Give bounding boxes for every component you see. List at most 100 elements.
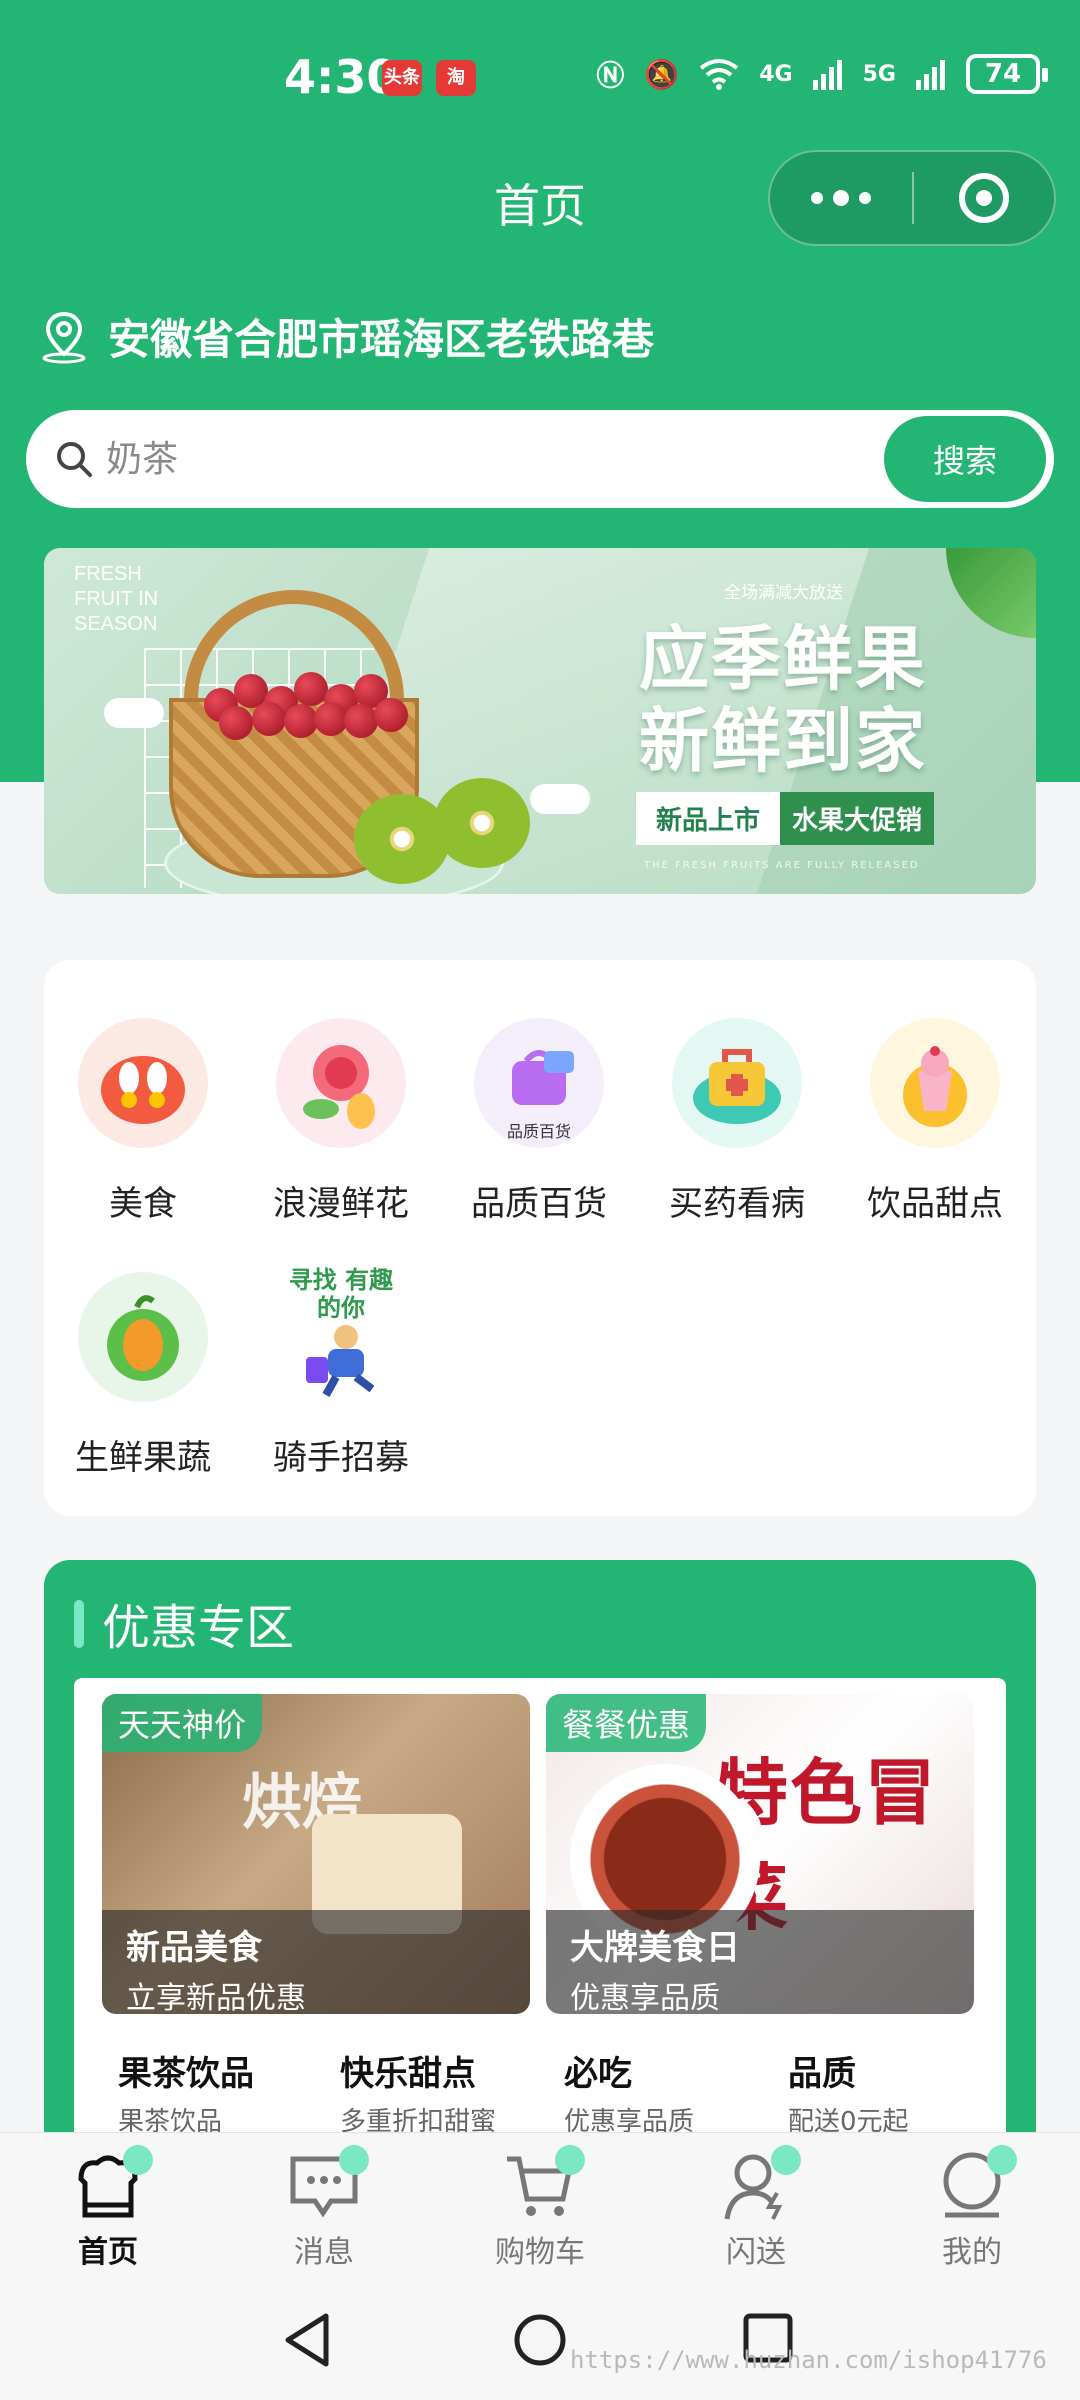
tab-indicator-dot <box>987 2145 1017 2175</box>
cloud-decoration <box>530 784 590 814</box>
deal-card-new-food[interactable]: 烘焙 天天神价 新品美食 立享新品优惠 <box>102 1694 530 2014</box>
cherries-image <box>194 668 414 740</box>
flash-delivery-icon <box>719 2145 801 2223</box>
category-label: 美食 <box>109 1184 177 1224</box>
battery-icon: 74 <box>966 54 1048 94</box>
deal-title: 新品美食 <box>126 1928 262 1968</box>
category-icon-caption: 品质百货 <box>506 1122 571 1141</box>
palm-leaf-decoration <box>946 548 1036 638</box>
tab-label: 我的 <box>942 2235 1002 2270</box>
tab-label: 首页 <box>78 2235 138 2270</box>
bottom-tab-bar: 首页 消息 购物车 闪送 我的 <box>0 2132 1080 2276</box>
banner-chips: 新品上市 水果大促销 <box>636 792 935 845</box>
medicine-box-icon <box>672 1018 802 1148</box>
tab-home[interactable]: 首页 <box>38 2145 178 2271</box>
category-label: 浪漫鲜花 <box>273 1184 409 1224</box>
search-input[interactable] <box>106 438 846 480</box>
deal-badge: 餐餐优惠 <box>546 1694 707 1752</box>
deal-badge: 天天神价 <box>102 1694 263 1752</box>
status-icons: Ⓝ 🔕 4G 5G 74 <box>596 54 1048 94</box>
category-rider-recruit[interactable]: 寻找 有趣的你 骑手招募 <box>242 1266 440 1479</box>
tab-indicator-dot <box>555 2145 585 2175</box>
flower-icon <box>276 1018 406 1148</box>
home-circle-icon[interactable] <box>512 2312 568 2368</box>
category-flowers[interactable]: 浪漫鲜花 <box>242 1018 440 1225</box>
deal-caption: 大牌美食日 优惠享品质 <box>546 1910 974 2014</box>
miniprogram-capsule <box>768 150 1056 246</box>
nfc-icon: Ⓝ <box>596 59 625 92</box>
category-goods[interactable]: 品质百货 品质百货 <box>440 1018 638 1225</box>
signal-4g-icon: 4G <box>759 61 793 87</box>
promo-sub-item[interactable]: 必吃 优惠享品质 <box>564 2046 784 2138</box>
category-grid: 美食 浪漫鲜花 品质百货 品质百货 买药看病 饮品甜点 生鲜果蔬 寻找 有趣的你 <box>44 960 1036 1516</box>
promo-title: 优惠专区 <box>102 1600 295 1656</box>
tab-messages[interactable]: 消息 <box>254 2145 394 2271</box>
promo-sub-item[interactable]: 品质 配送0元起 <box>788 2046 1008 2138</box>
status-bar: 4:30 头条 淘 Ⓝ 🔕 4G 5G 74 <box>0 0 1080 160</box>
signal-bars-icon <box>812 60 842 90</box>
watermark-text: https://www.huzhan.com/ishop41776 <box>570 2346 1047 2374</box>
home-icon <box>71 2145 153 2223</box>
wifi-icon <box>700 59 739 90</box>
shopping-bag-icon: 品质百货 <box>474 1018 604 1148</box>
deal-subtitle: 立享新品优惠 <box>126 1981 306 2014</box>
location-address: 安徽省合肥市瑶海区老铁路巷 <box>108 315 655 364</box>
banner-chip-new: 新品上市 <box>636 792 781 845</box>
cloud-decoration <box>104 698 164 728</box>
category-label: 饮品甜点 <box>867 1184 1003 1224</box>
toutiao-badge-icon: 头条 <box>382 60 422 96</box>
promo-banner[interactable]: FRESH FRUIT IN SEASON 全场满减大放送 应季鲜果 新鲜到家 … <box>44 548 1036 894</box>
search-button[interactable]: 搜索 <box>884 416 1046 502</box>
banner-top-tip: 全场满减大放送 <box>724 583 843 603</box>
banner-small-print: THE FRESH FRUITS ARE FULLY RELEASED <box>644 860 920 871</box>
system-navigation-bar <box>0 2276 1080 2400</box>
dessert-cup-icon <box>870 1018 1000 1148</box>
rider-recruit-icon: 寻找 有趣的你 <box>276 1266 406 1402</box>
tab-indicator-dot <box>771 2145 801 2175</box>
category-medicine[interactable]: 买药看病 <box>638 1018 836 1225</box>
food-icon <box>78 1018 208 1148</box>
search-icon <box>57 442 92 477</box>
location-selector[interactable]: 安徽省合肥市瑶海区老铁路巷 <box>40 306 654 367</box>
kiwi-image <box>434 778 530 868</box>
category-label: 买药看病 <box>669 1184 805 1224</box>
back-triangle-icon[interactable] <box>282 2312 332 2368</box>
tab-label: 闪送 <box>726 2235 786 2270</box>
tab-cart[interactable]: 购物车 <box>470 2145 610 2271</box>
more-dots-icon[interactable] <box>770 150 912 246</box>
promo-zone: 优惠专区 烘焙 天天神价 新品美食 立享新品优惠 特色冒菜 餐餐优惠 大牌美食日… <box>44 1560 1036 2178</box>
banner-headline: 应季鲜果 新鲜到家 <box>639 618 927 782</box>
signal-5g-icon: 5G <box>862 61 896 87</box>
signal-bars-icon <box>916 60 945 90</box>
battery-level: 74 <box>984 59 1022 89</box>
category-label: 骑手招募 <box>273 1438 409 1478</box>
message-icon <box>287 2145 369 2223</box>
category-fresh[interactable]: 生鲜果蔬 <box>44 1272 242 1479</box>
deal-title: 大牌美食日 <box>570 1928 740 1968</box>
tab-label: 消息 <box>294 2235 354 2270</box>
close-miniprogram-button[interactable] <box>914 173 1054 223</box>
banner-tagline: FRESH FRUIT IN SEASON <box>74 563 159 635</box>
category-drinks[interactable]: 饮品甜点 <box>836 1018 1034 1225</box>
banner-chip-promo: 水果大促销 <box>780 792 935 845</box>
taobao-badge-icon: 淘 <box>436 60 476 96</box>
promo-sub-item[interactable]: 快乐甜点 多重折扣甜蜜 <box>340 2046 560 2138</box>
category-label: 品质百货 <box>471 1184 607 1224</box>
tab-profile[interactable]: 我的 <box>902 2145 1042 2271</box>
profile-icon <box>935 2145 1017 2223</box>
search-bar: 搜索 <box>26 410 1054 508</box>
tab-indicator-dot <box>339 2145 369 2175</box>
promo-content: 烘焙 天天神价 新品美食 立享新品优惠 特色冒菜 餐餐优惠 大牌美食日 优惠享品… <box>74 1678 1006 2178</box>
tab-label: 购物车 <box>495 2235 585 2270</box>
promo-sub-item[interactable]: 果茶饮品 果茶饮品 <box>118 2046 338 2138</box>
category-food[interactable]: 美食 <box>44 1018 242 1225</box>
cart-icon <box>503 2145 585 2223</box>
deal-caption: 新品美食 立享新品优惠 <box>102 1910 530 2014</box>
promo-title-accent <box>74 1600 84 1648</box>
location-pin-icon <box>42 311 86 363</box>
deal-card-brand-day[interactable]: 特色冒菜 餐餐优惠 大牌美食日 优惠享品质 <box>546 1694 974 2014</box>
mute-bell-icon: 🔕 <box>644 57 680 91</box>
tab-flash-delivery[interactable]: 闪送 <box>686 2145 826 2271</box>
tab-indicator-dot <box>123 2145 153 2175</box>
fruit-icon <box>78 1272 208 1402</box>
